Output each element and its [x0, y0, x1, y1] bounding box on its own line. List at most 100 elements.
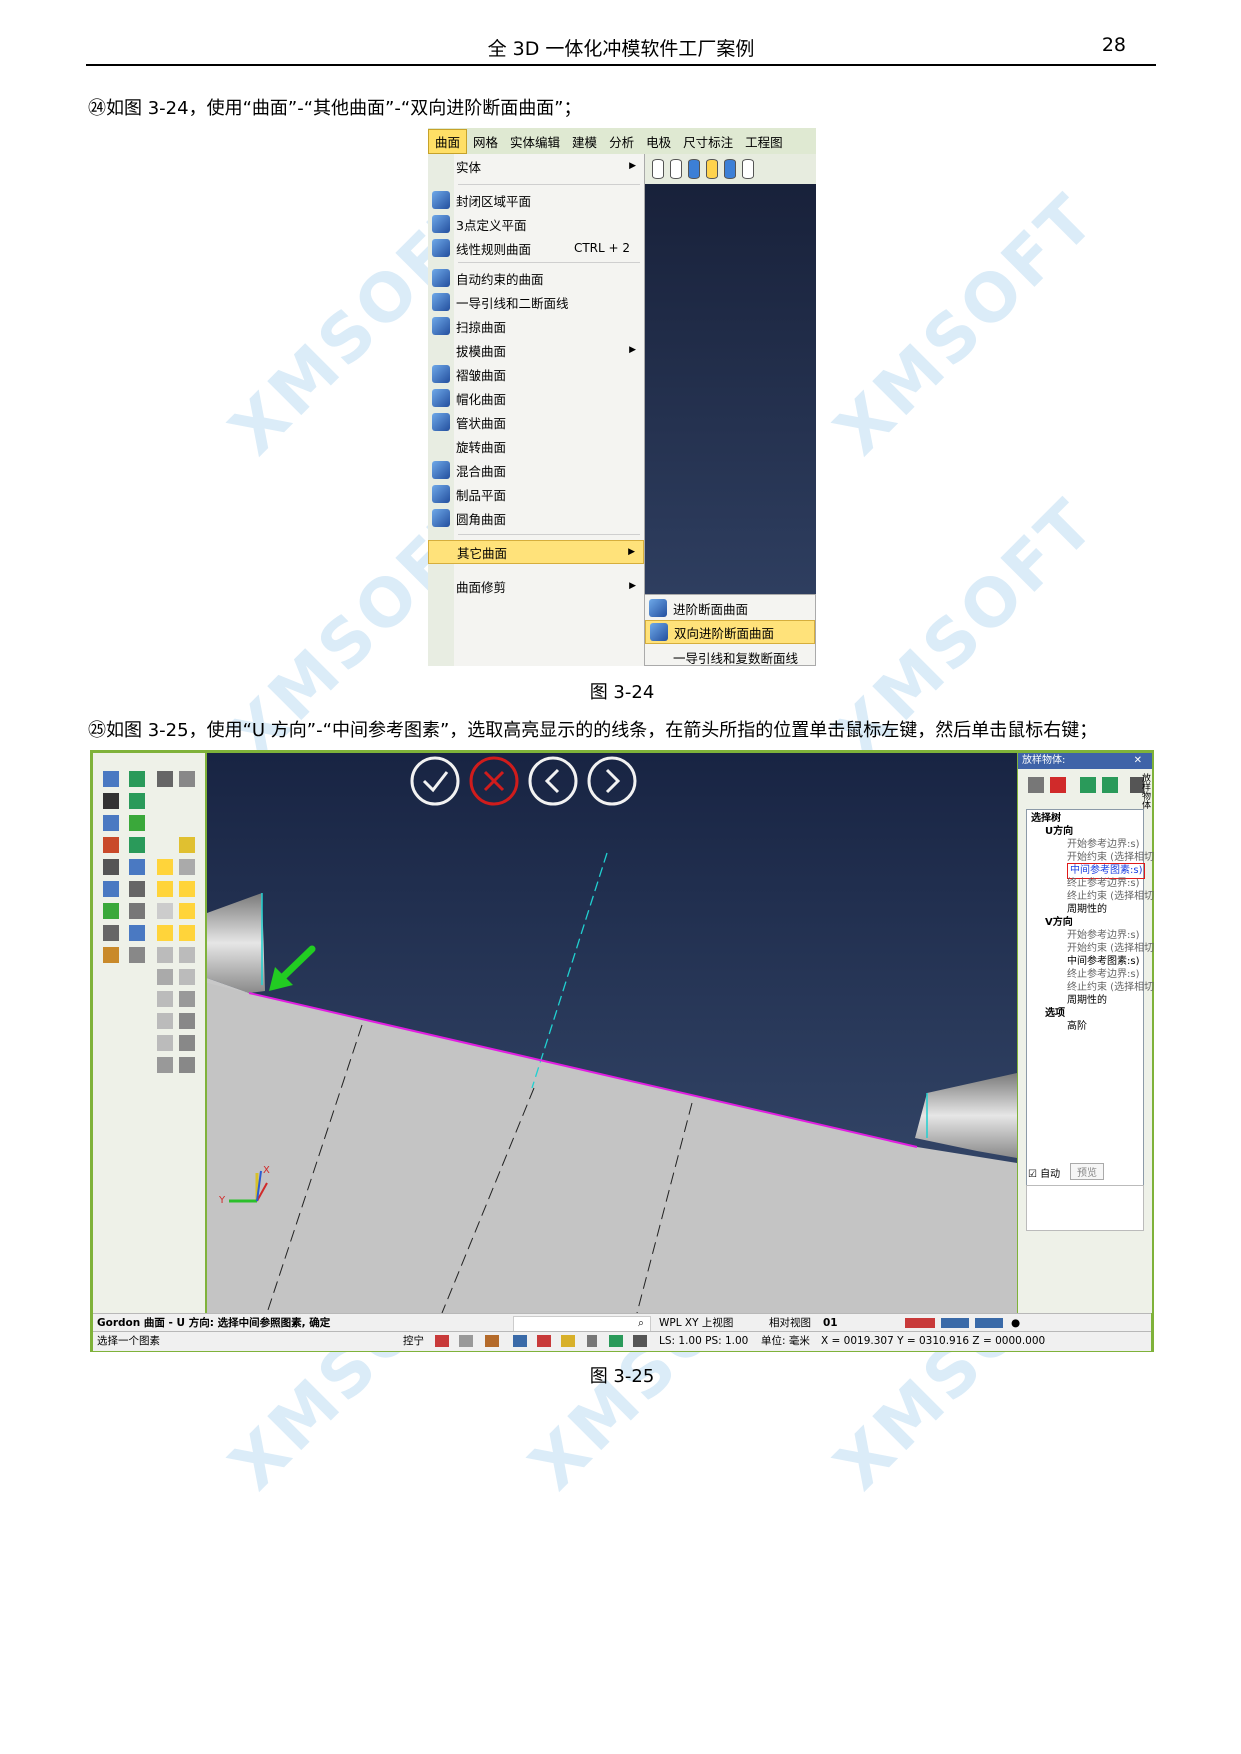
3d-viewport[interactable]: X Y: [207, 753, 1017, 1313]
status-tool-icon[interactable]: [435, 1335, 449, 1347]
status-unit: 单位: 毫米: [761, 1335, 810, 1347]
menu-item-sweep[interactable]: 扫掠曲面: [428, 314, 644, 338]
submenu-item-advanced-section[interactable]: 进阶断面曲面: [645, 596, 815, 620]
menu-drawing[interactable]: 工程图: [739, 132, 789, 151]
menu-item-wrinkle[interactable]: 褶皱曲面: [428, 362, 644, 386]
grid-icon[interactable]: [633, 1335, 647, 1347]
menu-item-closed-region-plane[interactable]: 封闭区域平面: [428, 188, 644, 212]
cylinder-icon[interactable]: [670, 159, 682, 179]
product-plane-icon: [432, 485, 450, 503]
search-input[interactable]: [513, 1316, 651, 1332]
auto-checkbox[interactable]: ☑ 自动: [1028, 1165, 1060, 1180]
menu-item-surface-trim[interactable]: 曲面修剪 ▶: [428, 574, 644, 598]
surface-menu: 实体 ▶ 封闭区域平面 3点定义平面 线性规则曲面 CTRL + 2 自动约束的曲面…: [428, 154, 645, 666]
menu-item-solid[interactable]: 实体 ▶: [428, 154, 644, 178]
cylinder-icon[interactable]: [706, 159, 718, 179]
check-icon[interactable]: [1028, 777, 1044, 793]
tree-u-direction[interactable]: U方向: [1045, 825, 1073, 839]
info-box: [1026, 1185, 1144, 1231]
cylinder-icon[interactable]: [742, 159, 754, 179]
tree-item[interactable]: 开始参考边界:s): [1067, 838, 1139, 852]
tree-item[interactable]: 终止约束 (选择相切: [1067, 981, 1154, 995]
cylinder-icon[interactable]: [652, 159, 664, 179]
left-toolbar: [93, 753, 205, 1313]
figure-3-25-caption: 图 3-25: [589, 1366, 655, 1387]
refresh-icon[interactable]: [609, 1335, 623, 1347]
preview-button[interactable]: 预览: [1070, 1163, 1104, 1180]
menu-item-product-plane[interactable]: 制品平面: [428, 482, 644, 506]
selection-tree: 选择树 U方向 开始参考边界:s) 开始约束 (选择相切 中间参考图素:s) 终…: [1026, 809, 1154, 1187]
tree-checkbox-high-order[interactable]: 高阶: [1067, 1020, 1087, 1034]
color-swatch[interactable]: [941, 1318, 969, 1328]
menu-item-draft[interactable]: 拔模曲面 ▶: [428, 338, 644, 362]
surface-icon: [432, 293, 450, 311]
menu-item-1guide-2section[interactable]: 一导引线和二断面线: [428, 290, 644, 314]
step-24-text: ㉔如图 3-24，使用“曲面”-“其他曲面”-“双向进阶断面曲面”；: [88, 98, 582, 119]
status-wpl: WPL XY 上视图: [659, 1317, 734, 1329]
menu-mesh[interactable]: 网格: [467, 132, 504, 151]
cylinder-icon[interactable]: [724, 159, 736, 179]
menu-item-3point-plane[interactable]: 3点定义平面: [428, 212, 644, 236]
menu-modeling[interactable]: 建模: [566, 132, 603, 151]
globe-icon[interactable]: ●: [1011, 1314, 1020, 1332]
menu-item-ruled-surface[interactable]: 线性规则曲面 CTRL + 2: [428, 236, 644, 260]
status-ls: LS: 1.00 PS: 1.00: [659, 1335, 749, 1347]
menu-item-other-surfaces[interactable]: 其它曲面 ▶: [428, 540, 644, 564]
tree-item[interactable]: 终止参考边界:s): [1067, 968, 1139, 982]
tree-v-direction[interactable]: V方向: [1045, 916, 1073, 930]
tree-item[interactable]: 中间参考图素:s): [1067, 955, 1139, 969]
tree-item[interactable]: 开始约束 (选择相切: [1067, 942, 1154, 956]
fillet-icon: [432, 509, 450, 527]
axis-y-label: Y: [218, 1195, 226, 1206]
page-number: 28: [1101, 34, 1126, 56]
color-swatch[interactable]: [975, 1318, 1003, 1328]
import-icon[interactable]: [1080, 777, 1096, 793]
menu-surface[interactable]: 曲面: [428, 128, 468, 154]
menu-item-cap[interactable]: 帽化曲面: [428, 386, 644, 410]
status-lock[interactable]: 控宁: [403, 1332, 424, 1351]
page-header: 全 3D 一体化冲模软件工厂案例 28: [86, 30, 1156, 66]
menu-item-revolve[interactable]: 旋转曲面: [428, 434, 644, 458]
cylinder-icon[interactable]: [688, 159, 700, 179]
menu-item-fillet[interactable]: 圆角曲面: [428, 506, 644, 530]
section-surface-icon: [649, 599, 667, 617]
menu-electrode[interactable]: 电极: [640, 132, 677, 151]
delete-icon[interactable]: [1050, 777, 1066, 793]
menu-item-tube[interactable]: 管状曲面: [428, 410, 644, 434]
menu-dimension[interactable]: 尺寸标注: [677, 132, 739, 151]
status-tool-icon[interactable]: [459, 1335, 473, 1347]
submenu-item-1guide-multi-section[interactable]: 一导引线和复数断面线: [645, 645, 815, 666]
tube-icon: [432, 413, 450, 431]
search-icon[interactable]: ⌕: [638, 1314, 644, 1332]
tree-item[interactable]: 开始参考边界:s): [1067, 929, 1139, 943]
export-icon[interactable]: [1102, 777, 1118, 793]
other-surfaces-submenu: 进阶断面曲面 双向进阶断面曲面 一导引线和复数断面线: [644, 594, 816, 666]
tree-root[interactable]: 选择树: [1031, 812, 1061, 826]
tree-options[interactable]: 选项: [1045, 1007, 1065, 1021]
help-icon[interactable]: [513, 1335, 527, 1347]
status-bar-bottom: 选择一个图素 控宁 LS: 1.00 PS: 1.00 单位: 毫米 X = 0…: [93, 1331, 1151, 1351]
color-swatch[interactable]: [905, 1318, 935, 1328]
tree-item[interactable]: 终止参考边界:s): [1067, 877, 1139, 891]
panel-close-icon[interactable]: ✕: [1134, 753, 1142, 769]
blend-icon: [432, 461, 450, 479]
status-tool-icon[interactable]: [561, 1335, 575, 1347]
status-view: 相对视图: [769, 1317, 811, 1329]
document-title: 全 3D 一体化冲模软件工厂案例: [487, 38, 755, 60]
submenu-item-bidirectional-section[interactable]: 双向进阶断面曲面: [645, 620, 815, 644]
status-tool-icon[interactable]: [587, 1335, 597, 1347]
ruled-surface-icon: [432, 239, 450, 257]
tree-checkbox-periodic[interactable]: 周期性的: [1067, 903, 1107, 917]
tool-icon[interactable]: [103, 771, 195, 1073]
menu-item-blend[interactable]: 混合曲面: [428, 458, 644, 482]
home-icon[interactable]: [485, 1335, 499, 1347]
menu-solid-edit[interactable]: 实体编辑: [504, 132, 566, 151]
menu-item-auto-constraint[interactable]: 自动约束的曲面: [428, 266, 644, 290]
menu-analysis[interactable]: 分析: [603, 132, 640, 151]
panel-title: 放样物体:: [1018, 753, 1152, 769]
status-view-number: 01: [823, 1317, 838, 1329]
section-surface-icon: [650, 623, 668, 641]
tree-checkbox-periodic[interactable]: 周期性的: [1067, 994, 1107, 1008]
status-tool-icon[interactable]: [537, 1335, 551, 1347]
tree-item[interactable]: 终止约束 (选择相切: [1067, 890, 1154, 904]
